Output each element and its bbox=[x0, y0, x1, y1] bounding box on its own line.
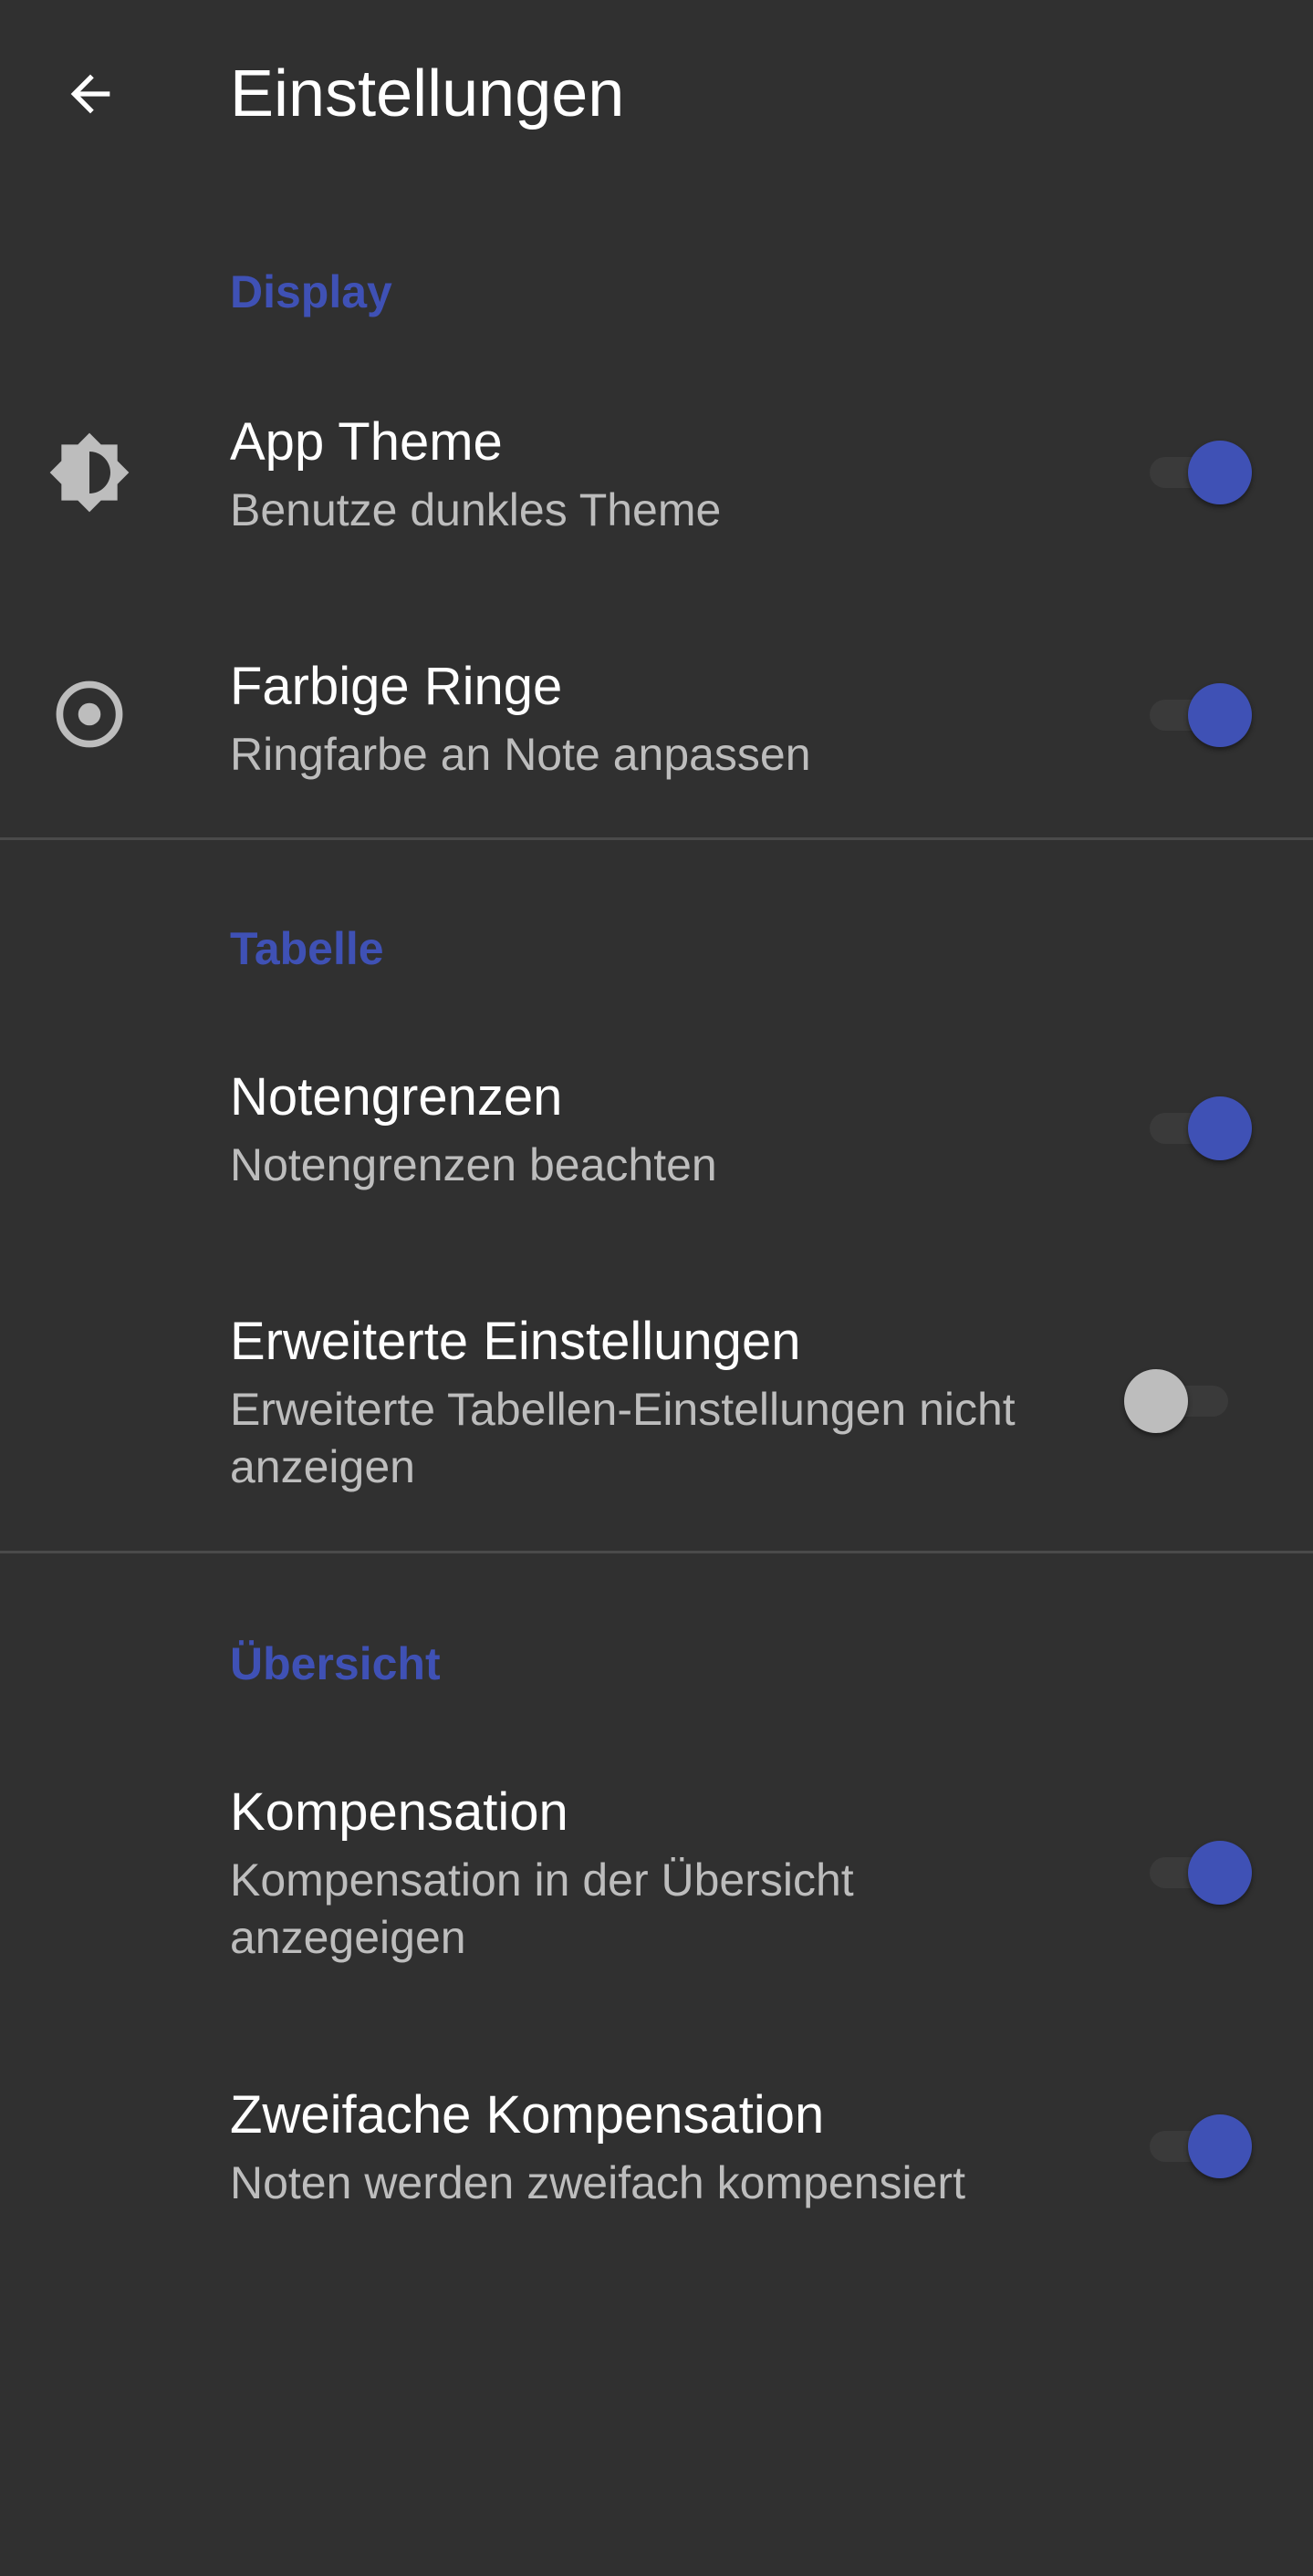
app-theme-switch[interactable] bbox=[1144, 435, 1254, 508]
pref-summary: Ringfarbe an Note anpassen bbox=[230, 729, 811, 780]
pref-summary: Noten werden zweifach kompensiert bbox=[230, 2157, 965, 2208]
switch-thumb bbox=[1188, 441, 1252, 504]
pref-title: App Theme bbox=[230, 412, 503, 472]
pref-zweifache-kompensation[interactable]: Zweifache Kompensation Noten werden zwei… bbox=[0, 2058, 1313, 2240]
switch-thumb bbox=[1188, 2114, 1252, 2178]
pref-title: Erweiterte Einstellungen bbox=[230, 1312, 801, 1371]
app-bar: Einstellungen bbox=[0, 0, 1313, 182]
section-header-tabelle: Tabelle bbox=[230, 923, 384, 974]
pref-title: Farbige Ringe bbox=[230, 657, 563, 716]
brightness-icon bbox=[47, 431, 131, 514]
pref-title: Zweifache Kompensation bbox=[230, 2085, 825, 2145]
pref-summary: Erweiterte Tabellen-Einstellungen nicht … bbox=[230, 1384, 1016, 1492]
pref-title: Notengrenzen bbox=[230, 1067, 563, 1127]
pref-summary: Notengrenzen beachten bbox=[230, 1139, 717, 1190]
pref-title: Kompensation bbox=[230, 1782, 568, 1842]
section-divider bbox=[0, 837, 1313, 840]
switch-thumb bbox=[1124, 1369, 1188, 1433]
back-button[interactable] bbox=[40, 44, 141, 144]
pref-app-theme[interactable]: App Theme Benutze dunkles Theme bbox=[0, 383, 1313, 566]
farbige-ringe-switch[interactable] bbox=[1144, 678, 1254, 751]
arrow-left-icon bbox=[70, 74, 110, 114]
kompensation-switch[interactable] bbox=[1144, 1835, 1254, 1908]
pref-summary: Benutze dunkles Theme bbox=[230, 484, 722, 535]
erweiterte-einstellungen-switch[interactable] bbox=[1124, 1364, 1234, 1437]
zweifache-kompensation-switch[interactable] bbox=[1144, 2109, 1254, 2182]
section-divider bbox=[0, 1551, 1313, 1553]
section-header-display: Display bbox=[230, 266, 392, 317]
pref-kompensation[interactable]: Kompensation Kompensation in der Übersic… bbox=[0, 1755, 1313, 2001]
notengrenzen-switch[interactable] bbox=[1144, 1091, 1254, 1164]
pref-summary: Kompensation in der Übersicht anzegeigen bbox=[230, 1854, 854, 1963]
switch-thumb bbox=[1188, 1841, 1252, 1905]
section-header-uebersicht: Übersicht bbox=[230, 1638, 441, 1689]
switch-thumb bbox=[1188, 1096, 1252, 1160]
radio-ring-icon bbox=[47, 672, 131, 756]
page-title: Einstellungen bbox=[230, 57, 625, 130]
switch-thumb bbox=[1188, 683, 1252, 747]
pref-farbige-ringe[interactable]: Farbige Ringe Ringfarbe an Note anpassen bbox=[0, 628, 1313, 810]
pref-erweiterte-einstellungen[interactable]: Erweiterte Einstellungen Erweiterte Tabe… bbox=[0, 1283, 1313, 1529]
pref-notengrenzen[interactable]: Notengrenzen Notengrenzen beachten bbox=[0, 1040, 1313, 1222]
